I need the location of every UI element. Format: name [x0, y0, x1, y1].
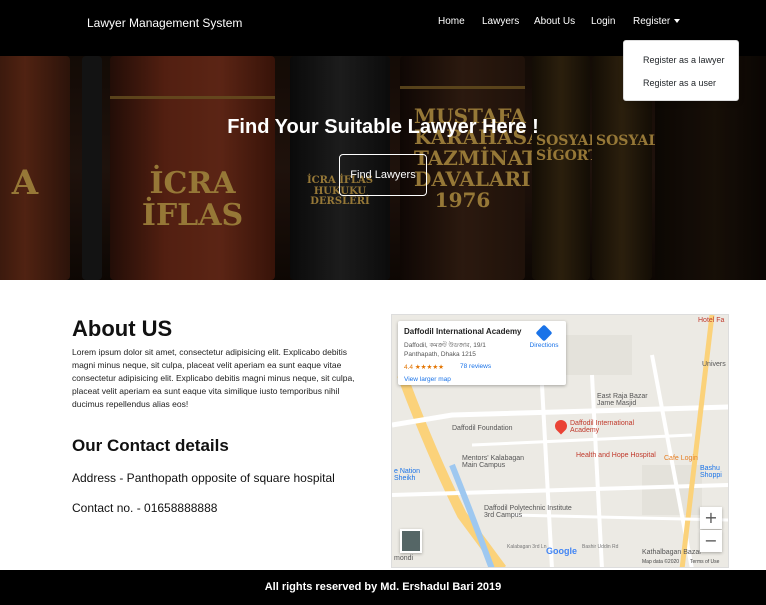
place-rating: 4.4 ★★★★★: [404, 364, 444, 371]
nav-register-dropdown-toggle[interactable]: Register: [633, 15, 681, 29]
map-label: Kalabagan 3rd Ln: [507, 544, 547, 550]
caret-down-icon: [674, 19, 681, 24]
register-user-menu-item[interactable]: Register as a user: [643, 78, 716, 88]
about-title: About US: [72, 316, 173, 341]
map-label: East Raja Bazar Jame Masjid: [597, 393, 648, 407]
zoom-in-button[interactable]: +: [700, 507, 722, 529]
contact-phone: Contact no. - 01658888888: [72, 501, 218, 515]
place-name: Daffodil International Academy: [404, 327, 522, 336]
register-dropdown-menu: Register as a lawyer Register as a user: [623, 40, 739, 101]
map-label: Bashir Uddin Rd: [582, 544, 619, 550]
map-label: e Nation Sheikh: [394, 468, 421, 482]
view-larger-map-link[interactable]: View larger map: [404, 376, 451, 383]
map-attribution: Map data ©2020: [642, 559, 680, 565]
map-label: Daffodil Polytechnic Institute 3rd Campu…: [484, 505, 572, 519]
terms-of-use-link[interactable]: Terms of Use: [690, 559, 719, 565]
map-label: Kathalbagan Bazar: [642, 549, 702, 556]
contact-address: Address - Panthopath opposite of square …: [72, 471, 335, 485]
brand-link[interactable]: Lawyer Management System: [87, 15, 242, 31]
register-lawyer-menu-item[interactable]: Register as a lawyer: [643, 55, 725, 65]
map-label: Cafe Login: [664, 455, 698, 462]
place-address: Daffodil, কমক্রট উডজার, 19/1 Panthapath,…: [404, 342, 486, 358]
map-label: Daffodil International Academy: [570, 420, 635, 434]
contact-title: Our Contact details: [72, 436, 229, 455]
nav-home-link[interactable]: Home: [438, 15, 465, 29]
nav-lawyers-link[interactable]: Lawyers: [482, 15, 519, 29]
embedded-map[interactable]: Daffodil International Academy Daffodil,…: [391, 314, 729, 568]
map-label: Daffodil Foundation: [452, 425, 513, 432]
register-label: Register: [633, 16, 671, 27]
directions-button[interactable]: Directions: [524, 324, 564, 349]
google-logo: Google: [546, 546, 577, 556]
footer: All rights reserved by Md. Ershadul Bari…: [0, 570, 766, 605]
map-label: Univers: [702, 361, 726, 368]
map-label: Health and Hope Hospital: [576, 452, 656, 459]
street-view-thumbnail[interactable]: [400, 529, 422, 553]
map-label: mondi: [394, 555, 414, 562]
nav-login-link[interactable]: Login: [591, 15, 615, 29]
map-label: Bashu Shoppi: [700, 465, 722, 479]
map-label: Hotel Fa: [698, 317, 725, 324]
place-info-card: Daffodil International Academy Daffodil,…: [398, 321, 566, 385]
map-label: Mentors' Kalabagan Main Campus: [462, 455, 525, 469]
about-text: Lorem ipsum dolor sit amet, consectetur …: [72, 347, 355, 409]
directions-icon: [535, 324, 553, 342]
hero-title: Find Your Suitable Lawyer Here !: [227, 116, 539, 138]
zoom-out-button[interactable]: −: [700, 530, 722, 552]
nav-about-link[interactable]: About Us: [534, 15, 584, 29]
footer-text: All rights reserved by Md. Ershadul Bari…: [264, 581, 502, 593]
place-reviews-link[interactable]: 78 reviews: [460, 363, 491, 370]
find-lawyers-button[interactable]: Find Lawyers: [339, 154, 427, 196]
